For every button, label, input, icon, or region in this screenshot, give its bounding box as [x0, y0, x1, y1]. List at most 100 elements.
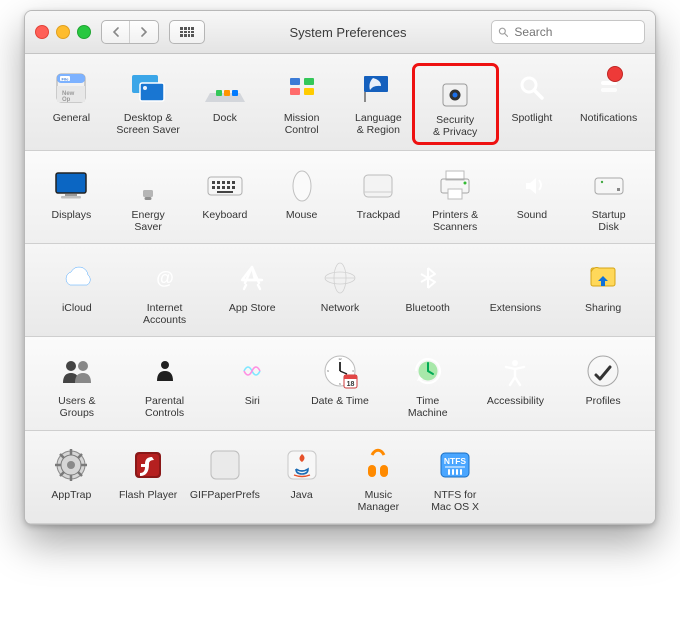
- pref-item-label: Flash Player: [119, 489, 177, 513]
- mission-control-icon: [282, 68, 322, 108]
- pref-row-1: Displays EnergySaver Keyboard Mouse Trackpad…: [25, 151, 655, 244]
- pref-item-security[interactable]: Security& Privacy: [417, 68, 494, 140]
- pref-item-label: Trackpad: [357, 209, 400, 233]
- sound-icon: [512, 165, 552, 205]
- security-privacy-icon: [435, 70, 475, 110]
- pref-item-label: Extensions: [490, 302, 541, 326]
- extensions-icon: [495, 258, 535, 298]
- apptrap-icon: [51, 445, 91, 485]
- bluetooth-icon: [408, 258, 448, 298]
- pref-item-label: Java: [291, 489, 313, 513]
- notification-badge: [607, 66, 623, 82]
- pref-item-label: Mouse: [286, 209, 318, 233]
- pref-item-label: Date & Time: [311, 395, 369, 419]
- pref-item-trackpad[interactable]: Trackpad: [340, 165, 417, 233]
- pref-item-language[interactable]: Language& Region: [340, 68, 417, 136]
- internet-accounts-icon: [145, 258, 185, 298]
- pref-item-profiles[interactable]: Profiles: [559, 351, 647, 419]
- pref-item-label: EnergySaver: [131, 209, 164, 233]
- pref-item-label: Keyboard: [202, 209, 247, 233]
- pref-item-label: ParentalControls: [145, 395, 184, 419]
- pref-item-label: Sharing: [585, 302, 621, 326]
- pref-item-sharing[interactable]: Sharing: [559, 258, 647, 326]
- minimize-window-button[interactable]: [56, 25, 70, 39]
- pref-item-label: Profiles: [586, 395, 621, 419]
- pref-item-bluetooth[interactable]: Bluetooth: [384, 258, 472, 326]
- pref-item-sound[interactable]: Sound: [494, 165, 571, 233]
- pref-row-0: GeneralDesktop &Screen SaverDockMissionC…: [25, 54, 655, 151]
- forward-button[interactable]: [130, 21, 158, 43]
- keyboard-icon: [205, 165, 245, 205]
- pref-item-label: InternetAccounts: [143, 302, 186, 326]
- pref-item-label: Displays: [52, 209, 92, 233]
- show-all-button[interactable]: [169, 20, 205, 44]
- search-input[interactable]: [512, 24, 638, 40]
- pref-item-startup[interactable]: StartupDisk: [570, 165, 647, 233]
- pref-item-apptrap[interactable]: AppTrap: [33, 445, 110, 513]
- pref-item-desktop[interactable]: Desktop &Screen Saver: [110, 68, 187, 136]
- pref-item-network[interactable]: Network: [296, 258, 384, 326]
- time-machine-icon: [408, 351, 448, 391]
- java-icon: [282, 445, 322, 485]
- users-groups-icon: [57, 351, 97, 391]
- mouse-icon: [282, 165, 322, 205]
- pref-item-displays[interactable]: Displays: [33, 165, 110, 233]
- pref-item-label: Sound: [517, 209, 547, 233]
- close-window-button[interactable]: [35, 25, 49, 39]
- pref-item-keyboard[interactable]: Keyboard: [187, 165, 264, 233]
- desktop-icon: [128, 68, 168, 108]
- system-preferences-window: System Preferences GeneralDesktop &Scree…: [24, 10, 656, 525]
- spotlight-icon: [512, 68, 552, 108]
- pref-item-siri[interactable]: Siri: [208, 351, 296, 419]
- pref-item-datetime[interactable]: Date & Time: [296, 351, 384, 419]
- dock-icon: [205, 68, 245, 108]
- zoom-window-button[interactable]: [77, 25, 91, 39]
- displays-icon: [51, 165, 91, 205]
- pref-item-label: Language& Region: [355, 112, 402, 136]
- pref-item-timemachine[interactable]: TimeMachine: [384, 351, 472, 419]
- pref-item-extensions[interactable]: Extensions: [472, 258, 560, 326]
- pref-item-label: Bluetooth: [406, 302, 450, 326]
- date-time-icon: [320, 351, 360, 391]
- pref-item-label: Security& Privacy: [433, 114, 477, 138]
- pref-item-spotlight[interactable]: Spotlight: [494, 68, 571, 136]
- pref-item-parental[interactable]: ParentalControls: [121, 351, 209, 419]
- pref-item-accessibility[interactable]: Accessibility: [472, 351, 560, 419]
- pref-item-label: Accessibility: [487, 395, 544, 419]
- ntfs-icon: [435, 445, 475, 485]
- pref-item-ntfs[interactable]: NTFS forMac OS X: [417, 445, 494, 513]
- navigation-buttons: [101, 20, 159, 44]
- back-button[interactable]: [102, 21, 130, 43]
- pref-item-icloud[interactable]: iCloud: [33, 258, 121, 326]
- pref-item-printers[interactable]: Printers &Scanners: [417, 165, 494, 233]
- pref-item-dock[interactable]: Dock: [187, 68, 264, 136]
- pref-item-gif[interactable]: GIFPaperPrefs: [187, 445, 264, 513]
- pref-item-label: Printers &Scanners: [432, 209, 478, 233]
- pref-item-appstore[interactable]: App Store: [208, 258, 296, 326]
- search-field[interactable]: [491, 20, 645, 44]
- energy-saver-icon: [128, 165, 168, 205]
- pref-item-mouse[interactable]: Mouse: [263, 165, 340, 233]
- siri-icon: [232, 351, 272, 391]
- pref-row-3: Users &Groups ParentalControls Siri Date & …: [25, 337, 655, 430]
- window-title: System Preferences: [215, 25, 481, 40]
- pref-item-label: iCloud: [62, 302, 92, 326]
- icloud-icon: [57, 258, 97, 298]
- pref-item-internet[interactable]: InternetAccounts: [121, 258, 209, 326]
- pref-item-label: Notifications: [580, 112, 637, 136]
- pref-item-label: Spotlight: [511, 112, 552, 136]
- pref-item-label: MusicManager: [358, 489, 399, 513]
- pref-item-java[interactable]: Java: [263, 445, 340, 513]
- app-store-icon: [232, 258, 272, 298]
- search-icon: [498, 26, 508, 38]
- language-region-icon: [358, 68, 398, 108]
- pref-item-notifications[interactable]: Notifications: [570, 68, 647, 136]
- pref-item-flash[interactable]: Flash Player: [110, 445, 187, 513]
- pref-item-users[interactable]: Users &Groups: [33, 351, 121, 419]
- pref-item-energy[interactable]: EnergySaver: [110, 165, 187, 233]
- pref-item-mission[interactable]: MissionControl: [263, 68, 340, 136]
- chevron-right-icon: [140, 27, 148, 37]
- pref-item-general[interactable]: General: [33, 68, 110, 136]
- accessibility-icon: [495, 351, 535, 391]
- pref-item-music[interactable]: MusicManager: [340, 445, 417, 513]
